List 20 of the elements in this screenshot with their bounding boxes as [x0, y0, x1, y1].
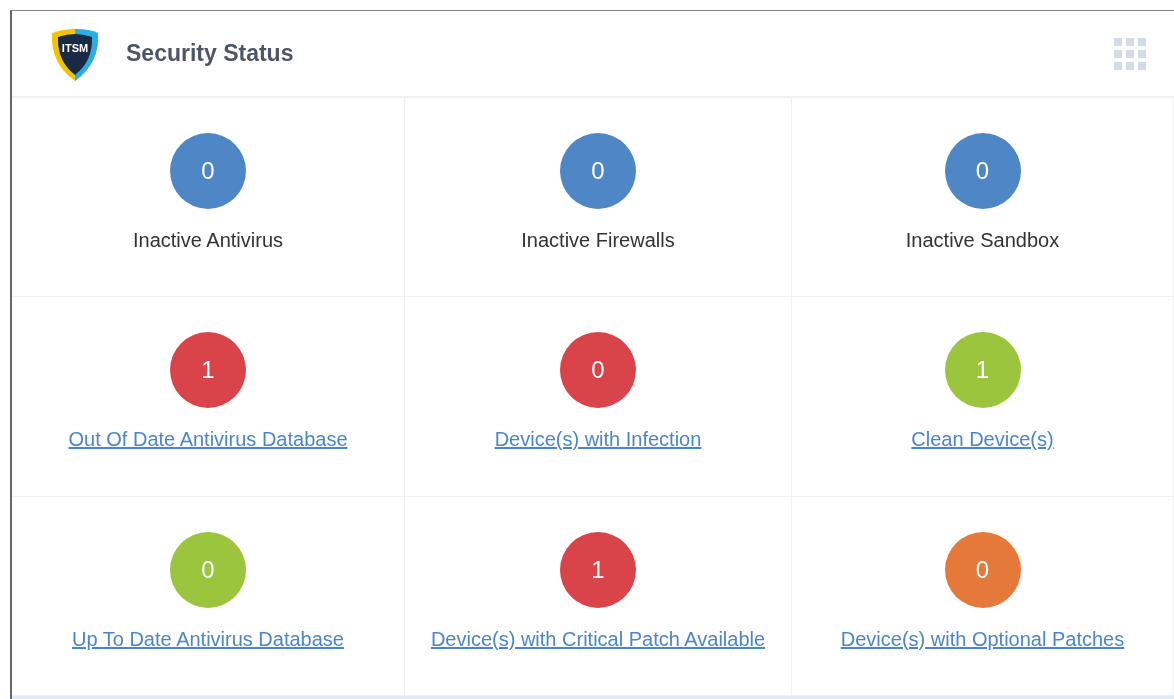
- grid-menu-icon[interactable]: [1114, 37, 1146, 70]
- count-badge: 0: [170, 531, 246, 608]
- status-label: Inactive Antivirus: [132, 228, 284, 253]
- count-badge: 0: [944, 531, 1021, 608]
- count-badge: 1: [170, 332, 246, 409]
- count-badge: 0: [560, 133, 636, 209]
- status-label: Inactive Sandbox: [905, 228, 1060, 253]
- status-link[interactable]: Device(s) with Critical Patch Available: [430, 623, 766, 654]
- status-link[interactable]: Out Of Date Antivirus Database: [68, 424, 348, 455]
- count-badge: 0: [170, 133, 246, 209]
- status-link[interactable]: Device(s) with Optional Patches: [840, 623, 1125, 654]
- status-link[interactable]: Device(s) with Infection: [494, 424, 702, 455]
- status-link[interactable]: Clean Device(s): [911, 424, 1054, 455]
- status-link[interactable]: Up To Date Antivirus Database: [72, 623, 344, 654]
- count-badge: 1: [944, 332, 1021, 409]
- status-label: Inactive Firewalls: [521, 228, 675, 253]
- panel-title: Security Status: [126, 39, 294, 69]
- count-badge: 1: [560, 531, 636, 608]
- count-badge: 0: [560, 332, 636, 409]
- count-badge: 0: [944, 133, 1021, 209]
